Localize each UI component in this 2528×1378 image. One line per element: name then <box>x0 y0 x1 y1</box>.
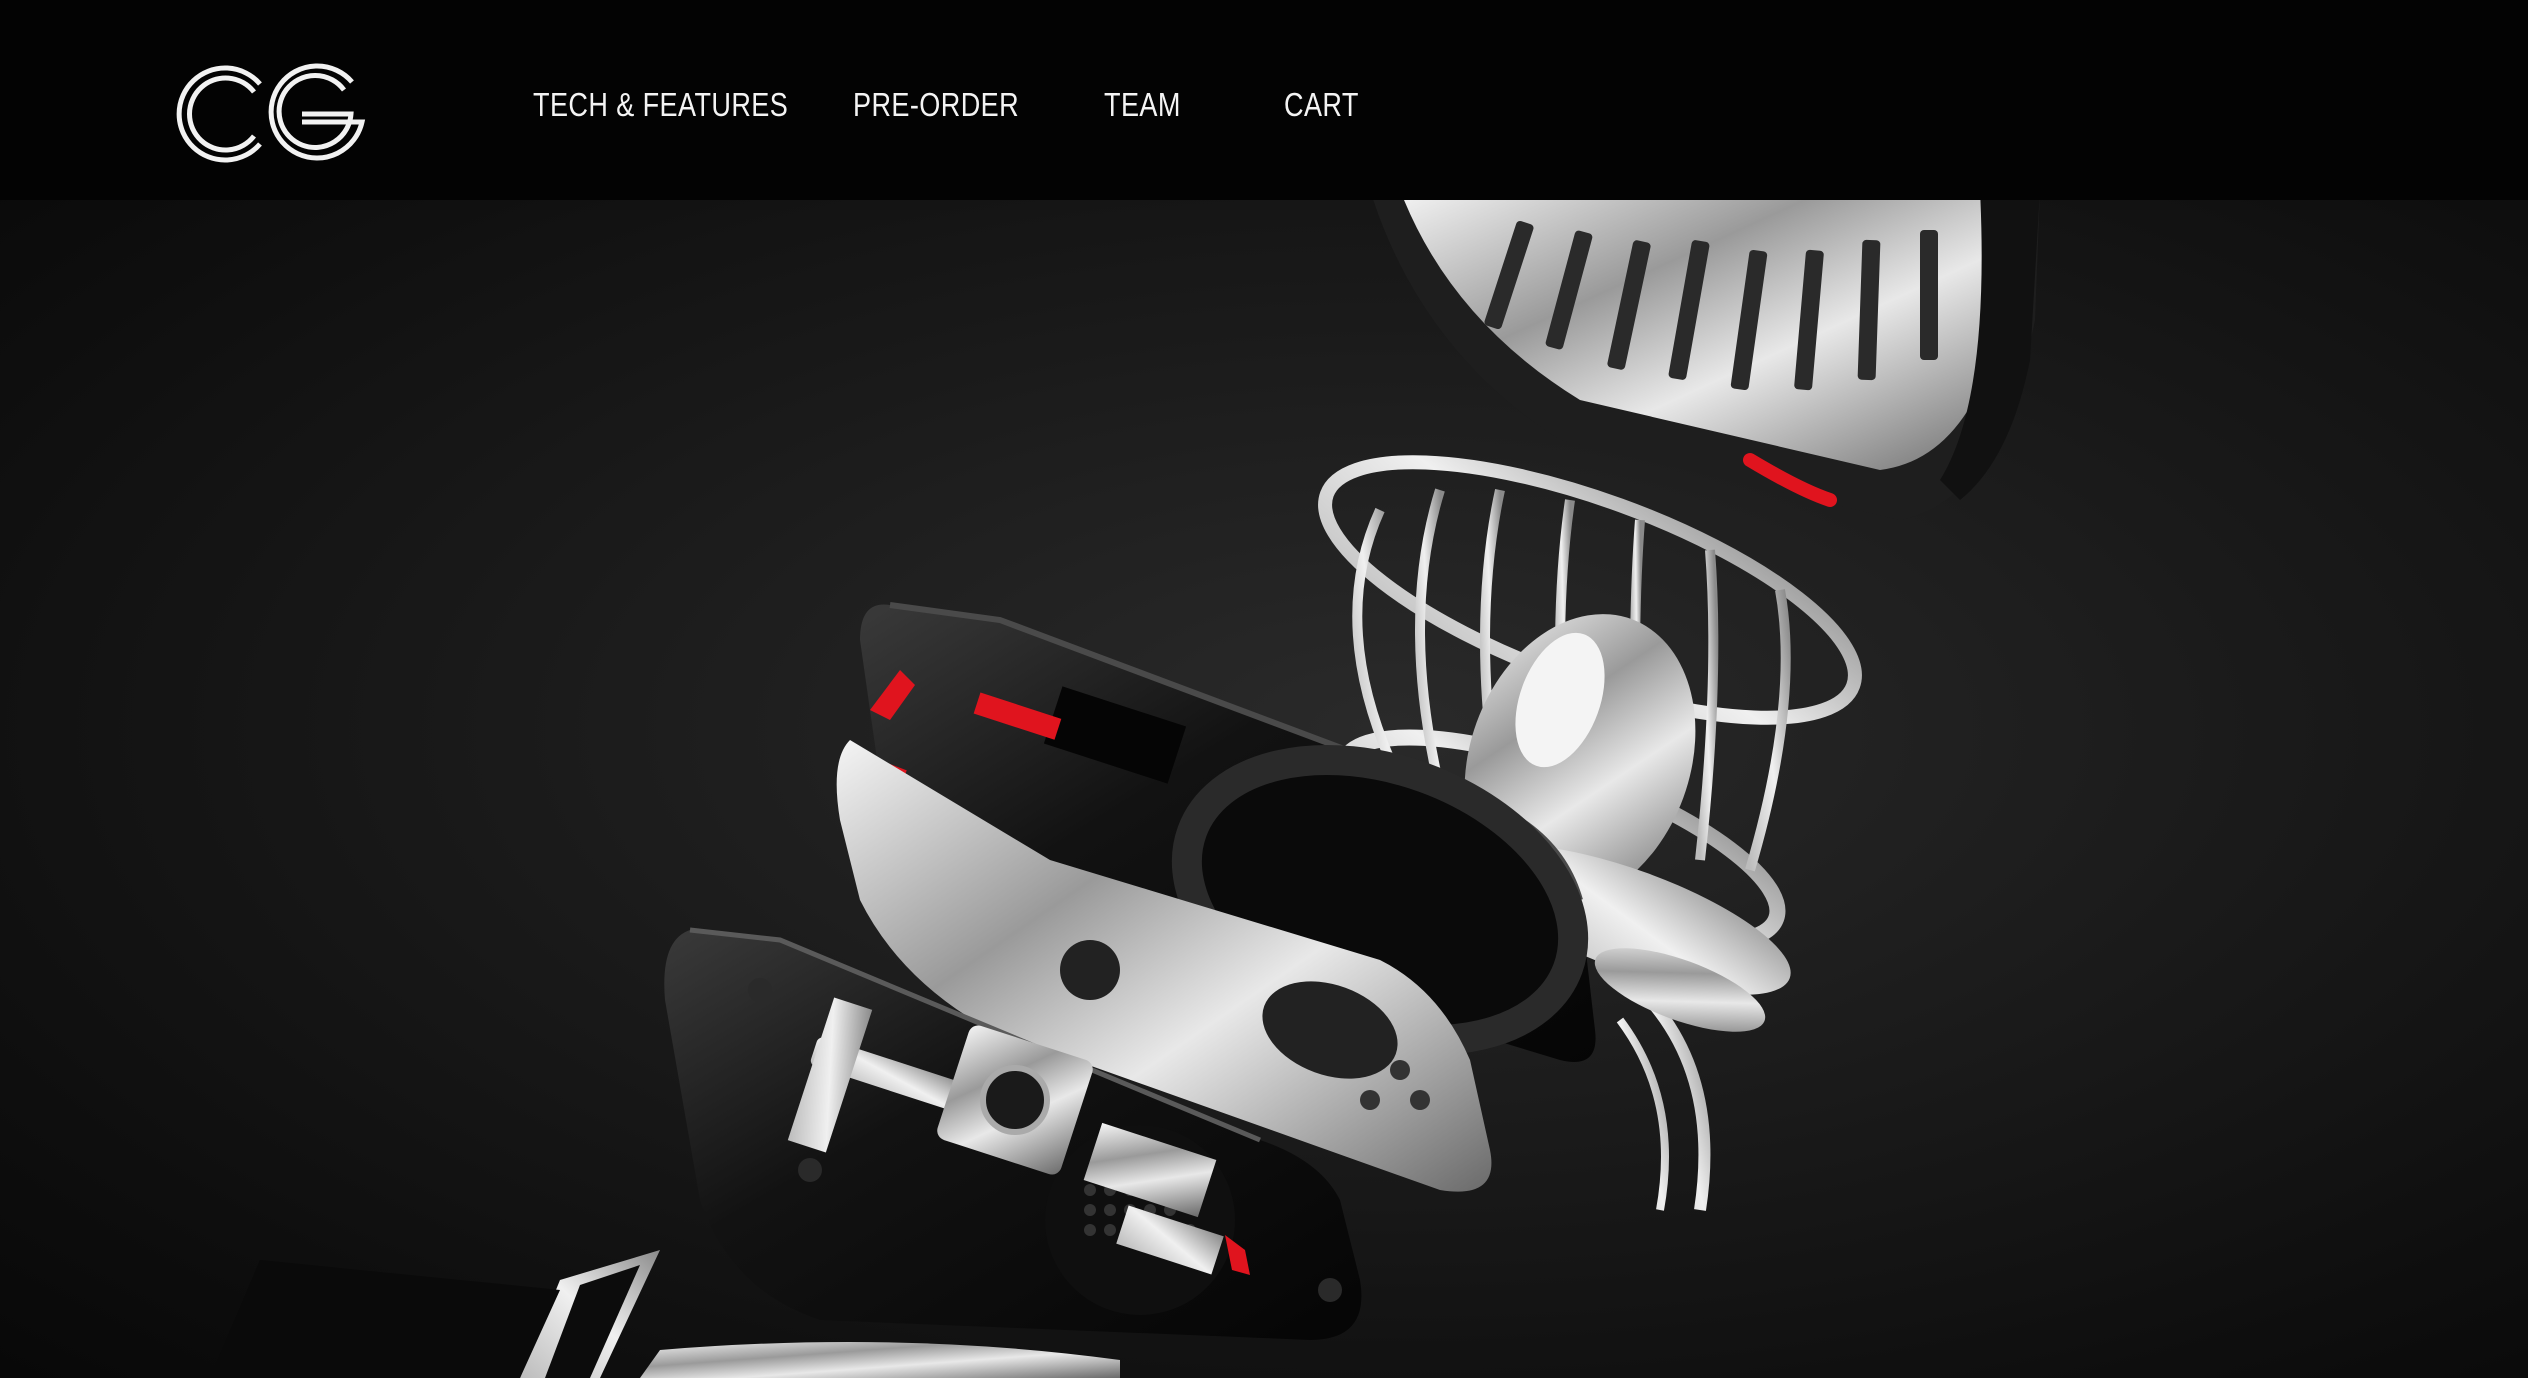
page: TECH & FEATURES PRE-ORDER TEAM CART <box>0 0 2528 1378</box>
nav-link-team[interactable]: TEAM <box>1104 86 1181 124</box>
nav-link-tech-features[interactable]: TECH & FEATURES <box>533 86 788 124</box>
nav-link-pre-order[interactable]: PRE-ORDER <box>853 86 1019 124</box>
top-navigation-bar: TECH & FEATURES PRE-ORDER TEAM CART <box>0 0 2528 200</box>
nav-link-cart[interactable]: CART <box>1284 86 1359 124</box>
exploded-product-render <box>210 200 2040 1378</box>
hero-section <box>0 200 2528 1378</box>
main-nav: TECH & FEATURES PRE-ORDER TEAM CART <box>0 0 2528 200</box>
